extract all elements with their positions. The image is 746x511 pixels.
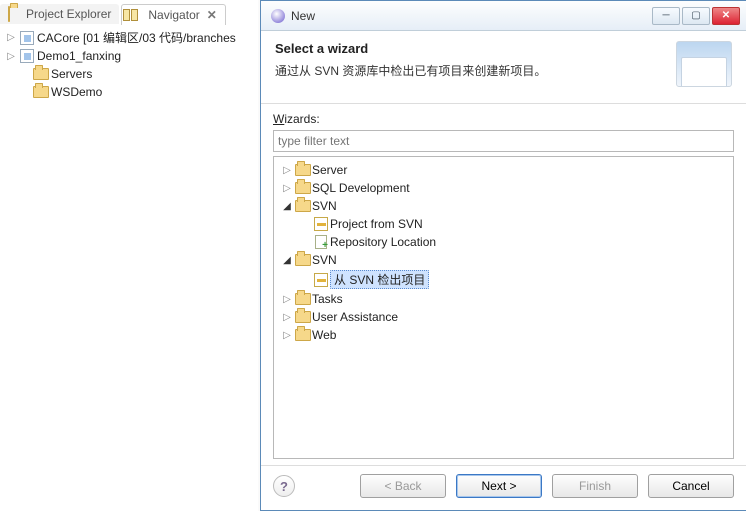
- tree-item-demo1[interactable]: ▷ Demo1_fanxing: [5, 47, 255, 65]
- expand-icon[interactable]: ▷: [280, 183, 294, 194]
- wiz-label: User Assistance: [312, 310, 398, 324]
- wiz-label: Tasks: [312, 292, 343, 306]
- wizard-item-project-from-svn[interactable]: Project from SVN: [276, 215, 731, 233]
- wizard-folder-user-assist[interactable]: ▷ User Assistance: [276, 308, 731, 326]
- close-button[interactable]: ✕: [712, 7, 740, 25]
- finish-button[interactable]: Finish: [552, 474, 638, 498]
- folder-icon: [295, 309, 311, 325]
- wiz-label: Server: [312, 163, 347, 177]
- tree-item-servers[interactable]: Servers: [5, 65, 255, 83]
- wizard-folder-web[interactable]: ▷ Web: [276, 326, 731, 344]
- wizard-header-desc: 通过从 SVN 资源库中检出已有项目来创建新项目。: [275, 62, 676, 79]
- collapse-icon[interactable]: ◢: [280, 255, 294, 266]
- folder-icon: [295, 198, 311, 214]
- wiz-label: SVN: [312, 199, 337, 213]
- wizard-folder-svn-2[interactable]: ◢ SVN: [276, 251, 731, 269]
- wizard-tree: ▷ Server ▷ SQL Development ◢ SVN Project fr…: [273, 156, 734, 459]
- tree-item-wsdemo[interactable]: WSDemo: [5, 83, 255, 101]
- expand-icon[interactable]: ▷: [5, 32, 17, 43]
- help-button[interactable]: ?: [273, 475, 295, 497]
- svn-project-icon: [313, 272, 329, 288]
- wizard-header: Select a wizard 通过从 SVN 资源库中检出已有项目来创建新项目…: [261, 31, 746, 104]
- wizard-item-checkout-svn[interactable]: 从 SVN 检出项目: [276, 269, 731, 290]
- project-icon: [19, 30, 35, 46]
- wiz-label: Project from SVN: [330, 217, 423, 231]
- folder-icon: [33, 84, 49, 100]
- expand-icon[interactable]: ▷: [280, 294, 294, 305]
- close-icon[interactable]: ✕: [207, 8, 217, 22]
- back-button[interactable]: < Back: [360, 474, 446, 498]
- wizard-banner-icon: [676, 41, 732, 87]
- folder-icon: [295, 252, 311, 268]
- wizard-filter-input[interactable]: [273, 130, 734, 152]
- tree-label: WSDemo: [51, 85, 102, 99]
- tab-navigator[interactable]: Navigator ✕: [121, 4, 225, 25]
- expand-icon[interactable]: ▷: [280, 165, 294, 176]
- wiz-label: SQL Development: [312, 181, 410, 195]
- wizard-folder-svn-1[interactable]: ◢ SVN: [276, 197, 731, 215]
- wiz-label: Web: [312, 328, 336, 342]
- tab-project-explorer[interactable]: Project Explorer: [0, 4, 119, 24]
- cancel-button[interactable]: Cancel: [648, 474, 734, 498]
- wiz-label: Repository Location: [330, 235, 436, 249]
- folder-icon: [33, 66, 49, 82]
- folder-icon: [295, 162, 311, 178]
- dialog-titlebar: New ─ ▢ ✕: [261, 1, 746, 31]
- svn-project-icon: [313, 216, 329, 232]
- tree-item-cacore[interactable]: ▷ CACore [01 编辑区/03 代码/branches: [5, 28, 255, 47]
- navigator-icon: [130, 8, 144, 22]
- folder-icon: [295, 180, 311, 196]
- wizards-label: Wizards:: [273, 112, 734, 126]
- expand-icon[interactable]: ▷: [280, 330, 294, 341]
- eclipse-icon: [271, 9, 285, 23]
- expand-icon[interactable]: ▷: [280, 312, 294, 323]
- wiz-label: SVN: [312, 253, 337, 267]
- expand-icon[interactable]: ▷: [5, 51, 17, 62]
- new-wizard-dialog: New ─ ▢ ✕ Select a wizard 通过从 SVN 资源库中检出…: [260, 0, 746, 511]
- repo-icon: [313, 234, 329, 250]
- wizard-header-title: Select a wizard: [275, 41, 676, 56]
- folder-icon: [295, 291, 311, 307]
- wiz-label: 从 SVN 检出项目: [330, 270, 429, 289]
- tab-label: Project Explorer: [26, 7, 111, 21]
- folder-icon: [8, 7, 22, 21]
- wizard-folder-tasks[interactable]: ▷ Tasks: [276, 290, 731, 308]
- folder-icon: [295, 327, 311, 343]
- tab-label: Navigator: [148, 8, 199, 22]
- tree-label: CACore [01 编辑区/03 代码/branches: [37, 29, 236, 46]
- dialog-title: New: [291, 9, 315, 23]
- tree-label: Demo1_fanxing: [37, 49, 121, 63]
- navigator-tree: ▷ CACore [01 编辑区/03 代码/branches ▷ Demo1_…: [5, 28, 255, 101]
- minimize-button[interactable]: ─: [652, 7, 680, 25]
- project-icon: [19, 48, 35, 64]
- collapse-icon[interactable]: ◢: [280, 201, 294, 212]
- maximize-button[interactable]: ▢: [682, 7, 710, 25]
- tree-label: Servers: [51, 67, 92, 81]
- wizard-item-repo-location[interactable]: Repository Location: [276, 233, 731, 251]
- wizard-folder-sqldev[interactable]: ▷ SQL Development: [276, 179, 731, 197]
- wizard-folder-server[interactable]: ▷ Server: [276, 161, 731, 179]
- next-button[interactable]: Next >: [456, 474, 542, 498]
